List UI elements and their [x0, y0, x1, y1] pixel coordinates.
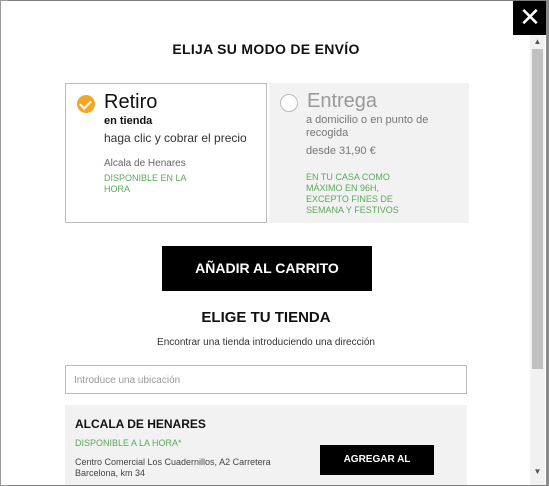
pickup-store: Alcala de Henares: [104, 158, 186, 169]
store-availability: DISPONIBLE A LA HORA*: [75, 438, 182, 448]
add-to-cart-button[interactable]: AÑADIR AL CARRITO: [162, 246, 372, 291]
delivery-option[interactable]: Entrega a domicilio o en punto de recogi…: [269, 83, 469, 223]
modal-scrollbar[interactable]: ▲ ▼: [530, 35, 545, 485]
store-name: ALCALA DE HENARES: [75, 417, 206, 431]
pickup-title: Retiro: [104, 91, 158, 113]
store-section-title: ELIGE TU TIENDA: [201, 309, 331, 326]
shipping-mode-modal: ✕ ELIJA SU MODO DE ENVÍO Retiro en tiend…: [1, 1, 547, 485]
location-search-input[interactable]: Introduce una ubicación: [65, 365, 467, 394]
delivery-note: EN TU CASA COMO MÁXIMO EN 96H, EXCEPTO F…: [306, 172, 399, 215]
check-icon: [77, 95, 95, 113]
pickup-option[interactable]: Retiro en tienda haga clic y cobrar el p…: [65, 83, 267, 223]
pickup-description: haga clic y cobrar el precio: [104, 131, 247, 145]
close-icon[interactable]: ✕: [513, 1, 547, 35]
scroll-down-icon[interactable]: ▼: [530, 467, 545, 477]
store-add-to-cart-button[interactable]: AGREGAR AL CARRITO: [320, 445, 434, 485]
radio-icon: [280, 94, 298, 112]
store-search-hint: Encontrar una tienda introduciendo una d…: [157, 337, 375, 348]
delivery-subtitle: a domicilio o en punto de recogida: [306, 114, 429, 139]
store-card: ALCALA DE HENARES DISPONIBLE A LA HORA* …: [65, 405, 467, 485]
scrollbar-thumb[interactable]: [532, 49, 543, 369]
delivery-price: desde 31,90 €: [306, 145, 376, 157]
pickup-subtitle: en tienda: [104, 115, 153, 127]
scroll-up-icon[interactable]: ▲: [530, 37, 545, 47]
pickup-availability: DISPONIBLE EN LA HORA: [104, 173, 187, 194]
location-search-placeholder: Introduce una ubicación: [74, 375, 181, 386]
delivery-title: Entrega: [307, 90, 378, 112]
modal-title: ELIJA SU MODO DE ENVÍO: [172, 41, 360, 57]
store-address: Centro Comercial Los Cuadernillos, A2 Ca…: [75, 457, 271, 478]
